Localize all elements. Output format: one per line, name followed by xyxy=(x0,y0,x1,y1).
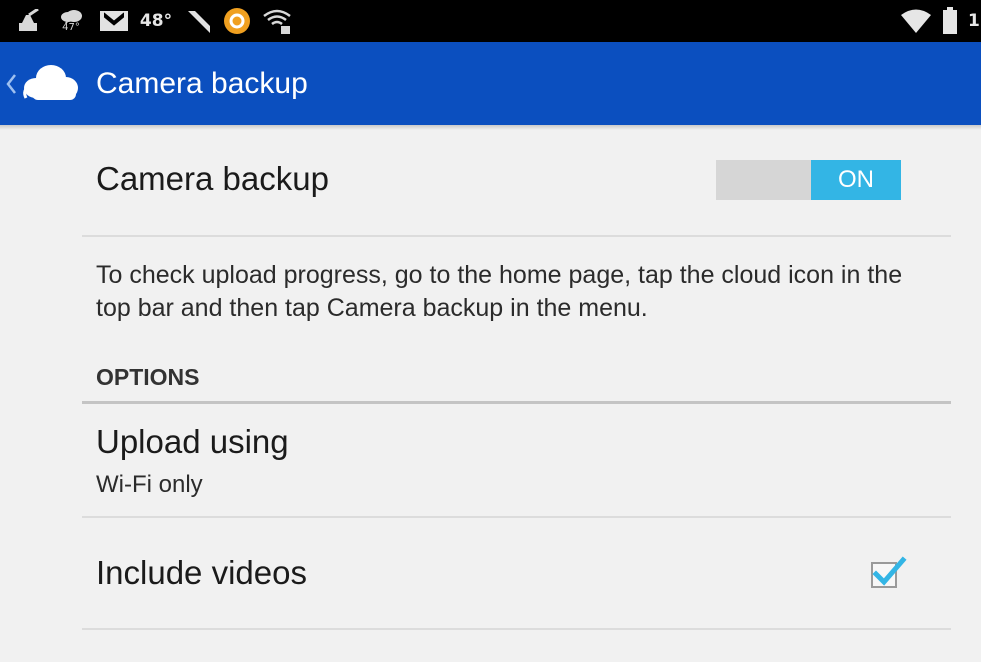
include-videos-checkbox[interactable] xyxy=(871,556,907,588)
app-bar: Camera backup xyxy=(0,42,981,125)
wifi-hotspot-icon xyxy=(260,6,294,36)
divider xyxy=(82,628,951,630)
weather-icon: 47° xyxy=(56,6,86,36)
cleaner-icon xyxy=(14,6,44,36)
camera-backup-label: Camera backup xyxy=(96,160,329,197)
options-section-header: OPTIONS xyxy=(96,364,200,390)
toggle-on-label: ON xyxy=(811,160,901,200)
app-bar-title: Camera backup xyxy=(96,67,308,100)
signal-corner-icon xyxy=(184,6,214,36)
app-circle-icon xyxy=(222,6,252,36)
divider xyxy=(82,235,951,237)
status-bar: 47° 48° 1 xyxy=(0,0,981,42)
help-text: To check upload progress, go to the home… xyxy=(96,261,903,322)
gmail-icon xyxy=(98,6,130,36)
onedrive-cloud-icon xyxy=(18,62,86,106)
divider xyxy=(82,516,951,518)
include-videos-label: Include videos xyxy=(96,554,307,591)
wifi-icon xyxy=(899,6,933,36)
upload-using-label: Upload using xyxy=(96,423,289,460)
app-bar-shadow xyxy=(0,125,981,130)
up-navigation-button[interactable] xyxy=(4,62,92,106)
camera-backup-toggle[interactable]: ON xyxy=(716,160,901,200)
weather-temp: 47° xyxy=(62,22,80,33)
clock-text: 1 xyxy=(968,11,980,31)
checkmark-icon xyxy=(871,556,907,588)
temperature-text: 48° xyxy=(139,11,173,31)
section-divider xyxy=(82,401,951,404)
battery-icon xyxy=(940,6,960,36)
upload-using-value: Wi-Fi only xyxy=(96,471,203,498)
back-chevron-icon xyxy=(4,69,18,99)
